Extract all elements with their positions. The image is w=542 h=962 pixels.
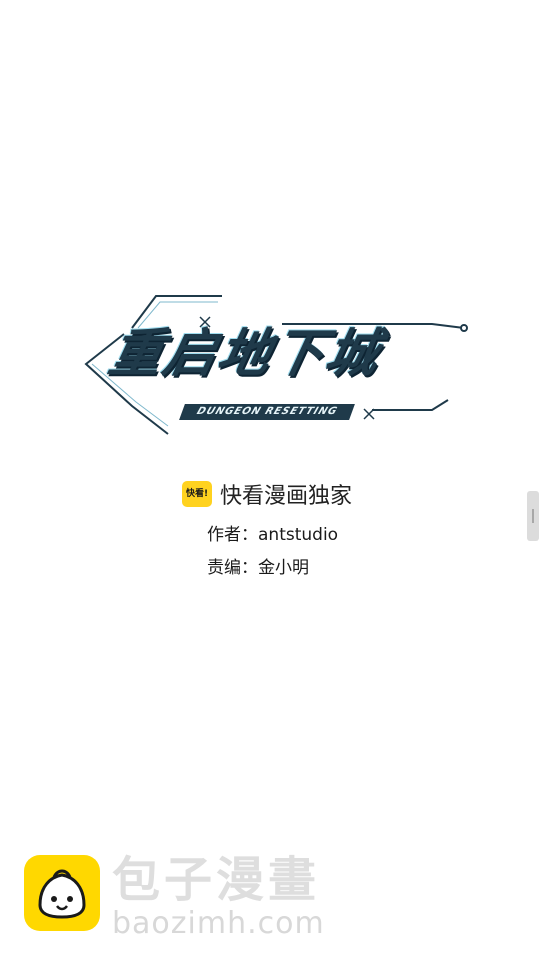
baozi-mascot-icon bbox=[24, 855, 100, 931]
exclusive-label: 快看! 快看漫画独家 bbox=[182, 478, 352, 510]
scroll-grip-icon bbox=[532, 509, 534, 523]
exclusive-text: 快看漫画独家 bbox=[220, 484, 353, 509]
author-credit: 作者：antstudio bbox=[207, 525, 339, 545]
logo-title-text: 重启地下城 bbox=[103, 324, 387, 384]
editor-credit: 责编：金小明 bbox=[207, 558, 309, 578]
kuaikan-logo-icon: 快看! bbox=[182, 481, 212, 507]
logo-subtitle-text: DUNGEON RESETTING bbox=[179, 404, 355, 420]
scroll-handle[interactable] bbox=[527, 491, 539, 541]
watermark-site-name: 包子漫畫 bbox=[112, 852, 321, 908]
watermark-site-url: baozimh.com bbox=[112, 906, 325, 941]
title-logo: 重启地下城 DUNGEON RESETTING bbox=[72, 288, 472, 438]
comic-page: 重启地下城 DUNGEON RESETTING 快看! 快看漫画独家 作者：an… bbox=[0, 0, 542, 962]
